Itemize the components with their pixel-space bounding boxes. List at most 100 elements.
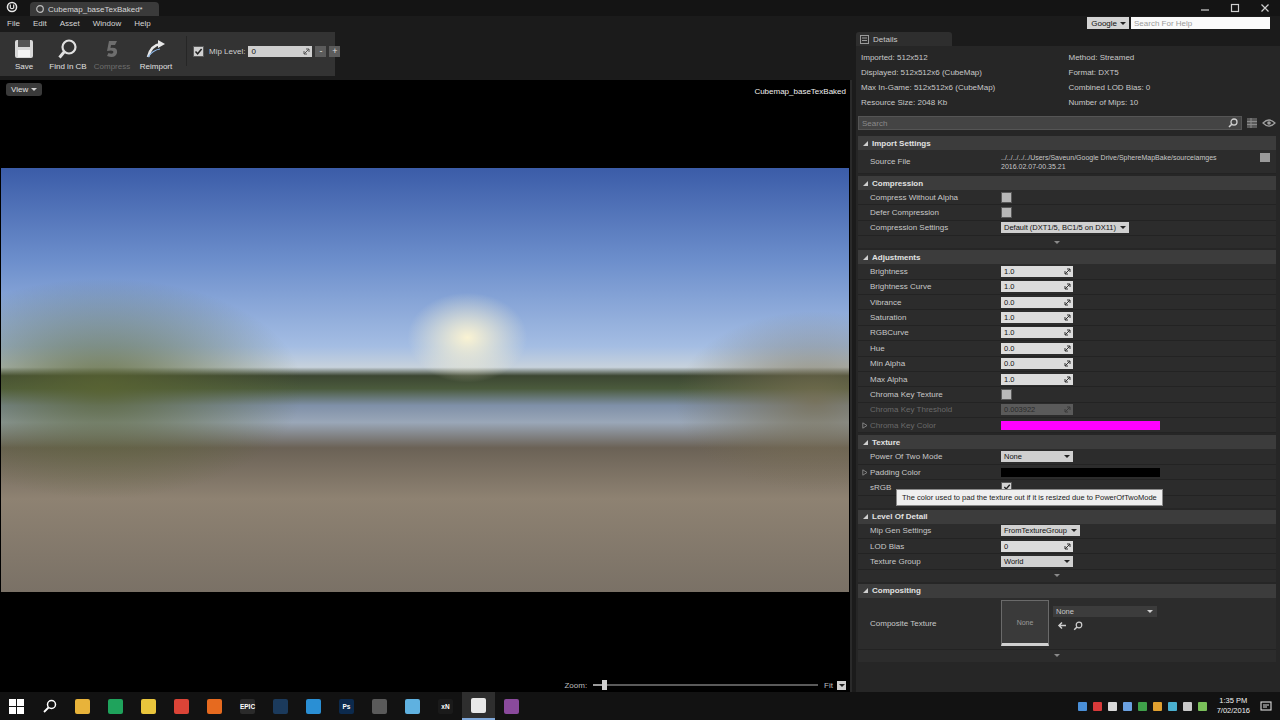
browse-file-button[interactable] <box>1260 153 1270 162</box>
clock[interactable]: 1:35 PM7/02/2016 <box>1217 696 1250 716</box>
asset-thumbnail[interactable]: None <box>1001 600 1049 646</box>
number-field[interactable]: 0.0 <box>1001 297 1073 308</box>
color-swatch[interactable] <box>1001 421 1160 430</box>
property-label: Brightness <box>858 267 1001 276</box>
asset-dropdown[interactable]: None <box>1053 606 1157 617</box>
number-field[interactable]: 1.0 <box>1001 266 1073 277</box>
search-engine-dropdown[interactable]: Google <box>1087 17 1129 29</box>
section-header[interactable]: Import Settings <box>858 136 1276 150</box>
menu-item[interactable]: File <box>0 19 26 28</box>
mip-level-field[interactable]: 0 <box>248 46 312 57</box>
menu-item[interactable]: Window <box>86 19 127 28</box>
notifications-icon[interactable] <box>1260 700 1272 712</box>
advanced-expander[interactable] <box>858 236 1276 248</box>
viewport-column: SaveFind in CBCompressReimportMip Level:… <box>0 32 852 692</box>
menu-item[interactable]: Asset <box>53 19 86 28</box>
start-button[interactable] <box>0 692 33 720</box>
windows-logo-icon <box>9 699 24 714</box>
toolbar-button[interactable]: Save <box>4 38 44 71</box>
section-header[interactable]: Texture <box>858 435 1276 449</box>
number-field[interactable]: 0.0 <box>1001 358 1073 369</box>
view-options-eye-icon[interactable] <box>1262 117 1276 129</box>
toolbar-button[interactable]: Reimport <box>136 38 176 71</box>
document-tab[interactable]: Cubemap_baseTexBaked* <box>30 2 159 16</box>
app-icon <box>75 699 90 714</box>
zoom-slider[interactable] <box>593 684 818 686</box>
number-field[interactable]: 1.0 <box>1001 374 1073 385</box>
expand-arrow-icon[interactable] <box>862 469 868 476</box>
zoom-slider-thumb[interactable] <box>602 680 607 690</box>
taskbar-app[interactable]: EPIC <box>231 692 264 720</box>
taskbar-app[interactable] <box>66 692 99 720</box>
dropdown[interactable]: None <box>1001 451 1073 462</box>
dropdown[interactable]: World <box>1001 556 1073 567</box>
tray-icon[interactable] <box>1078 702 1087 711</box>
menu-item[interactable]: Edit <box>26 19 53 28</box>
taskbar-app[interactable] <box>99 692 132 720</box>
browse-magnifier-icon[interactable] <box>1073 621 1083 631</box>
details-search-field[interactable]: Search <box>858 116 1242 130</box>
section-header[interactable]: Compression <box>858 176 1276 190</box>
app-icon <box>273 699 288 714</box>
property-matrix-icon[interactable] <box>1246 117 1258 129</box>
tray-icon[interactable] <box>1183 702 1192 711</box>
zoom-fit-dropdown[interactable]: Fit <box>824 681 846 690</box>
property-section: Level Of DetailMip Gen SettingsFromTextu… <box>858 508 1276 582</box>
use-selected-arrow-icon[interactable] <box>1057 621 1067 630</box>
checkbox[interactable] <box>1001 192 1012 203</box>
checkbox[interactable] <box>1001 389 1012 400</box>
minimize-button[interactable] <box>1190 0 1220 16</box>
dropdown-arrow-icon <box>31 88 37 91</box>
texture-viewport[interactable]: ViewCubemap_baseTexBakedZoom:Fit <box>0 80 852 692</box>
tray-icon[interactable] <box>1123 702 1132 711</box>
menu-item[interactable]: Help <box>127 19 156 28</box>
tray-icon[interactable] <box>1138 702 1147 711</box>
taskbar-app[interactable] <box>132 692 165 720</box>
taskbar-app[interactable] <box>165 692 198 720</box>
taskbar-app[interactable]: xN <box>429 692 462 720</box>
number-field[interactable]: 1.0 <box>1001 281 1073 292</box>
number-field[interactable]: 0 <box>1001 541 1073 552</box>
tray-icon[interactable] <box>1168 702 1177 711</box>
taskbar-app[interactable] <box>297 692 330 720</box>
mip-increment-button[interactable]: + <box>329 46 340 57</box>
tray-icon[interactable] <box>1153 702 1162 711</box>
dropdown[interactable]: FromTextureGroup <box>1001 525 1080 536</box>
advanced-expander[interactable] <box>858 650 1276 662</box>
taskbar-app[interactable] <box>264 692 297 720</box>
taskbar-app[interactable] <box>198 692 231 720</box>
view-menu-button[interactable]: View <box>6 83 42 96</box>
property-value: 1.0 <box>1001 312 1276 323</box>
maximize-button[interactable] <box>1220 0 1250 16</box>
mip-level-checkbox[interactable] <box>193 46 204 57</box>
color-swatch[interactable] <box>1001 468 1160 477</box>
number-field[interactable]: 1.0 <box>1001 327 1073 338</box>
number-field[interactable]: 1.0 <box>1001 312 1073 323</box>
mip-decrement-button[interactable]: - <box>315 46 326 57</box>
tray-icon[interactable] <box>1198 702 1207 711</box>
tray-icon[interactable] <box>1093 702 1102 711</box>
section-header[interactable]: Level Of Detail <box>858 510 1276 524</box>
number-field[interactable]: 0.0 <box>1001 343 1073 354</box>
app-icon <box>306 699 321 714</box>
section-header[interactable]: Adjustments <box>858 250 1276 264</box>
taskbar-app[interactable] <box>495 692 528 720</box>
toolbar-button[interactable]: Find in CB <box>48 38 88 71</box>
search-button[interactable] <box>33 692 66 720</box>
taskbar-app[interactable]: Ps <box>330 692 363 720</box>
tray-icon[interactable] <box>1108 702 1117 711</box>
spinner-icon <box>1064 360 1071 367</box>
details-tab[interactable]: Details <box>856 32 952 46</box>
advanced-expander[interactable] <box>858 570 1276 582</box>
taskbar-app[interactable] <box>462 692 495 720</box>
taskbar-app[interactable] <box>396 692 429 720</box>
help-search-field[interactable]: Search For Help <box>1131 17 1270 29</box>
save-icon <box>13 38 35 60</box>
checkbox[interactable] <box>1001 207 1012 218</box>
app-icon: xN <box>438 699 453 714</box>
close-button[interactable] <box>1250 0 1280 16</box>
taskbar-app[interactable] <box>363 692 396 720</box>
dropdown[interactable]: Default (DXT1/5, BC1/5 on DX11) <box>1001 222 1129 233</box>
section-header[interactable]: Compositing <box>858 584 1276 598</box>
expand-arrow-icon[interactable] <box>862 422 868 429</box>
